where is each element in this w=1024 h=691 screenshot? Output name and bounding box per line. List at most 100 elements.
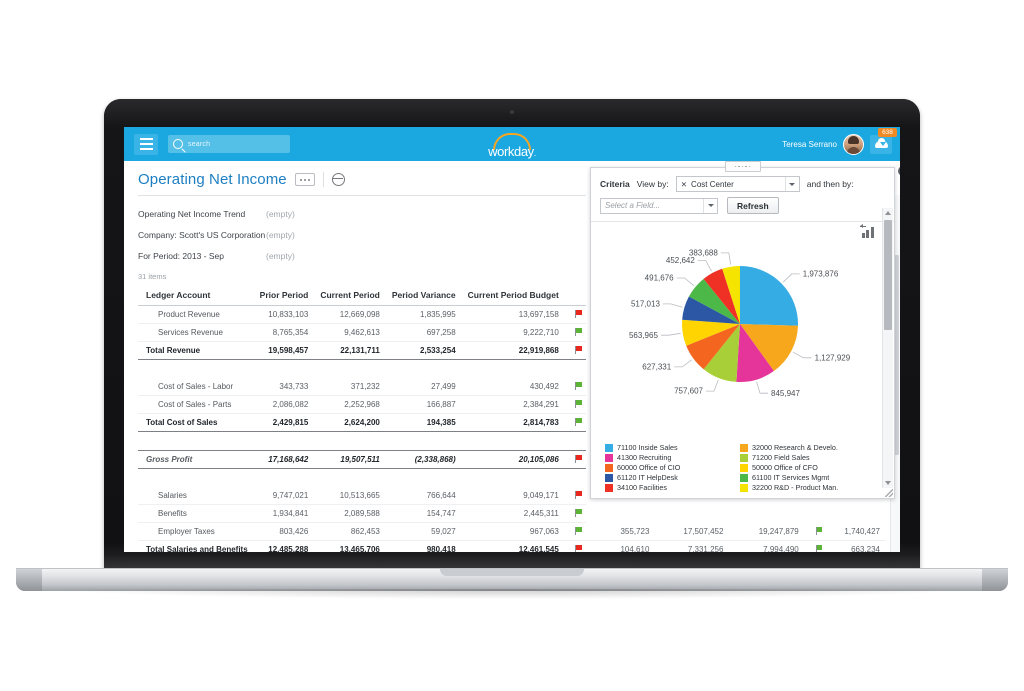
legend-item[interactable]: 32000 Research & Develo. xyxy=(740,443,867,452)
table-row[interactable]: Employer Taxes 803,426 862,453 59,027 967,06… xyxy=(138,522,586,541)
legend-item[interactable]: 60000 Office of CIO xyxy=(605,463,732,472)
table-header-row: Ledger Account Prior Period Current Period… xyxy=(138,286,586,306)
field-select[interactable]: Select a Field... xyxy=(600,197,718,214)
panel-resize-handle[interactable] xyxy=(885,489,893,497)
table-cell: Employer Taxes xyxy=(138,522,254,541)
criteria-chart-panel: ✕ Criteria View by: ✕ Cost Center and th… xyxy=(590,161,900,499)
table-cell: 22,131,711 xyxy=(314,341,386,360)
table-row[interactable]: Product Revenue 10,833,103 12,669,098 1,835… xyxy=(138,305,586,324)
table-cell: 194,385 xyxy=(385,413,462,432)
panel-scrollbar[interactable] xyxy=(882,208,893,488)
table-cell: 2,089,588 xyxy=(314,504,386,523)
table-cell: 10,833,103 xyxy=(253,305,315,324)
column-header[interactable]: Ledger Account xyxy=(138,286,254,306)
table-row[interactable]: Total Salaries and Benefits 12,485,288 13,… xyxy=(138,540,586,552)
table-row[interactable]: 104,610 7,331,256 7,994,490 663,234 xyxy=(586,540,886,552)
column-header[interactable]: Current Period xyxy=(314,286,386,306)
legend-item[interactable]: 34100 Facilities xyxy=(605,483,732,492)
table-row[interactable]: Services Revenue 8,765,354 9,462,613 697,25… xyxy=(138,323,586,342)
table-row[interactable]: Cost of Sales - Labor 343,733 371,232 27,49… xyxy=(138,378,586,396)
table-cell: 663,234 xyxy=(826,540,886,552)
table-cell: 766,644 xyxy=(385,487,462,505)
legend-swatch xyxy=(740,463,748,472)
table-row[interactable]: Cost of Sales - Parts 2,086,082 2,252,968 1… xyxy=(138,395,586,414)
table-row[interactable]: Total Revenue 19,598,457 22,131,711 2,533,2… xyxy=(138,341,586,360)
hamburger-icon[interactable] xyxy=(134,133,158,155)
table-row[interactable]: Benefits 1,934,841 2,089,588 154,747 2,445,3… xyxy=(138,504,586,523)
table-cell: 20,105,086 xyxy=(461,450,565,469)
table-row[interactable]: Salaries 9,747,021 10,513,665 766,644 9,049,… xyxy=(138,487,586,505)
remove-icon[interactable]: ✕ xyxy=(677,180,687,189)
chevron-down-icon[interactable] xyxy=(784,177,799,191)
legend-item[interactable]: 71100 Inside Sales xyxy=(605,443,732,452)
table-cell: 697,258 xyxy=(385,323,462,342)
workday-logo-dot: . xyxy=(533,148,537,158)
table-cell: Total Salaries and Benefits xyxy=(138,540,254,552)
table-cell: Cost of Sales - Labor xyxy=(138,378,254,396)
column-header[interactable]: Current Period Budget xyxy=(461,286,565,306)
pie-value-label: 757,607 xyxy=(674,387,703,396)
flag-green-icon xyxy=(575,508,582,517)
table-cell: 22,919,868 xyxy=(461,341,565,360)
table-cell: 13,465,706 xyxy=(314,540,386,552)
scroll-up-icon[interactable] xyxy=(885,211,891,215)
legend-item[interactable]: 41300 Recruiting xyxy=(605,453,732,462)
panel-scrollbar-thumb[interactable] xyxy=(884,220,892,330)
pie-leader-line xyxy=(674,359,693,368)
workday-wordmark: workday xyxy=(488,144,534,159)
pie-value-label: 1,127,929 xyxy=(815,353,851,362)
legend-item[interactable]: 32200 R&D - Product Man. xyxy=(740,483,867,492)
table-cell: 104,610 xyxy=(586,540,656,552)
column-header[interactable]: Prior Period xyxy=(253,286,315,306)
status-flag-cell xyxy=(564,450,586,469)
panel-drag-handle[interactable] xyxy=(724,161,761,172)
pie-value-label: 845,947 xyxy=(771,389,800,398)
legend-label: 41300 Recruiting xyxy=(617,453,672,462)
table-cell: 430,492 xyxy=(461,378,565,396)
avatar[interactable] xyxy=(843,133,864,155)
table-cell: 17,168,642 xyxy=(253,450,315,469)
column-header[interactable]: Period Variance xyxy=(385,286,462,306)
table-cell: 17,507,452 xyxy=(655,523,730,541)
legend-item[interactable]: 61120 IT HelpDesk xyxy=(605,473,732,482)
chevron-down-icon[interactable] xyxy=(703,198,717,213)
table-cell: 9,049,171 xyxy=(461,487,565,505)
table-cell: 7,331,256 xyxy=(655,540,730,552)
table-cell: 967,063 xyxy=(461,522,565,541)
flag-green-icon xyxy=(815,544,823,552)
ledger-table: Ledger Account Prior Period Current Period… xyxy=(138,286,586,552)
page-title[interactable]: Operating Net Income xyxy=(138,171,287,188)
pie-chart[interactable]: 1,973,876 1,127,929 845,947 757,607 627,331 5… xyxy=(591,228,881,443)
meta-value: (empty) xyxy=(266,230,295,240)
search-input[interactable]: search xyxy=(168,135,290,153)
table-cell: 980,418 xyxy=(385,540,462,552)
inbox-button[interactable]: 638 xyxy=(870,127,897,154)
table-cell: 154,747 xyxy=(385,504,462,523)
scroll-down-icon[interactable] xyxy=(885,481,891,485)
table-cell: 19,507,511 xyxy=(314,450,386,469)
table-cell: 9,747,021 xyxy=(253,487,315,505)
flag-green-icon xyxy=(575,526,582,535)
view-by-select[interactable]: ✕ Cost Center xyxy=(675,176,800,192)
criteria-row-2: Select a Field... Refresh xyxy=(591,192,894,214)
globe-icon[interactable] xyxy=(331,173,345,186)
legend-item[interactable]: 50000 Office of CFO xyxy=(740,463,867,472)
table-row[interactable]: Total Cost of Sales 2,429,815 2,624,200 194… xyxy=(138,413,586,432)
related-actions-button[interactable] xyxy=(294,173,315,186)
legend-swatch xyxy=(740,443,748,452)
flag-red-icon xyxy=(575,345,582,354)
table-row[interactable]: 355,723 17,507,452 19,247,879 1,740,427 xyxy=(586,523,886,541)
workday-logo: workday. xyxy=(475,133,549,160)
pie-value-label: 491,676 xyxy=(645,274,674,283)
table-cell: Total Cost of Sales xyxy=(138,413,254,432)
legend-item[interactable]: 61100 IT Services Mgmt xyxy=(740,473,867,482)
pie-slice[interactable] xyxy=(740,266,798,326)
table-cell: (2,338,868) xyxy=(385,450,462,469)
refresh-button[interactable]: Refresh xyxy=(727,197,779,214)
table-row[interactable]: Gross Profit 17,168,642 19,507,511 (2,338,8… xyxy=(138,450,586,469)
pie-value-label: 452,642 xyxy=(666,256,695,265)
meta-label: Company: Scott's US Corporation xyxy=(138,230,266,240)
table-cell: 10,513,665 xyxy=(314,487,386,505)
legend-item[interactable]: 71200 Field Sales xyxy=(740,453,867,462)
ledger-table-right-columns: 355,723 17,507,452 19,247,879 1,740,427 104,… xyxy=(586,523,900,552)
